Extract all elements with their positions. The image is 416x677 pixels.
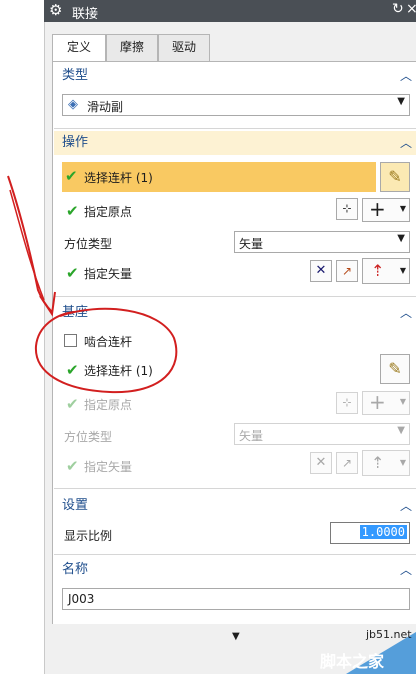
red-annotation: [7, 175, 178, 394]
watermark-site: jb51.net: [366, 628, 412, 641]
watermark-text: 脚本之家: [320, 652, 385, 671]
watermark: jb51.net 脚本之家: [316, 624, 416, 674]
